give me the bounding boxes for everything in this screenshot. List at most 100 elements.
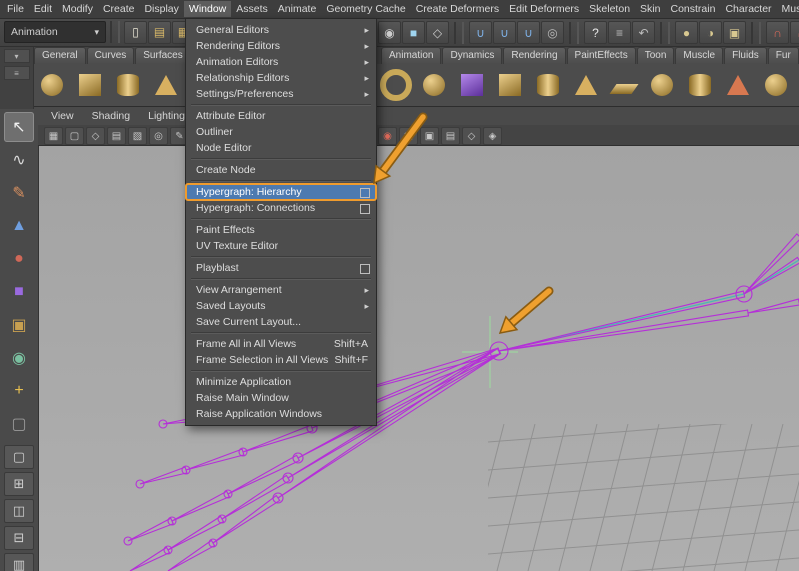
single-pane-layout-button[interactable]: ▢ <box>4 445 34 469</box>
menubar-item-create[interactable]: Create <box>98 1 140 17</box>
resolution-gate-icon[interactable]: ▣ <box>420 127 439 145</box>
shelf-tab-animation[interactable]: Animation <box>381 47 442 64</box>
shelf-tab-curves[interactable]: Curves <box>86 47 135 64</box>
render-settings-icon[interactable]: ▣ <box>723 21 746 44</box>
menu-item-settings-preferences[interactable]: Settings/Preferences ▸ <box>186 86 376 102</box>
shelf-tab-fluids[interactable]: Fluids <box>724 47 767 64</box>
menu-item-frame-all-in-all-views[interactable]: Frame All in All Views Shift+A <box>186 336 376 352</box>
shelf-tab-muscle[interactable]: Muscle <box>675 47 724 64</box>
shelf-sphere-2[interactable] <box>416 67 452 103</box>
option-box[interactable] <box>360 188 370 198</box>
new-scene-icon[interactable]: ▯ <box>124 20 147 44</box>
two-d-pan-zoom-icon[interactable]: ◎ <box>149 127 168 145</box>
ipr-render-icon[interactable]: ◑ <box>699 21 722 44</box>
menubar-item-edit[interactable]: Edit <box>29 1 57 17</box>
camera-attributes-icon[interactable]: ◇ <box>86 127 105 145</box>
menubar-item-modify[interactable]: Modify <box>57 1 98 17</box>
split-pane-layout-button[interactable]: ⊟ <box>4 526 34 550</box>
shelf-plane-2[interactable] <box>606 67 642 103</box>
shelf-cone-2[interactable] <box>568 67 604 103</box>
show-manipulator-tool[interactable]: + <box>4 376 34 406</box>
menu-item-attribute-editor[interactable]: Attribute Editor <box>186 108 376 124</box>
outliner-split-layout-button[interactable]: ▥ <box>4 553 34 571</box>
shelf-polygon-cylinder[interactable] <box>110 67 146 103</box>
shelf-subdiv-cube[interactable] <box>454 67 490 103</box>
safe-action-icon[interactable]: ◇ <box>462 127 481 145</box>
menu-item-raise-application-windows[interactable]: Raise Application Windows <box>186 406 376 422</box>
menubar-item-create-deformers[interactable]: Create Deformers <box>411 1 504 17</box>
menubar-item-edit-deformers[interactable]: Edit Deformers <box>504 1 584 17</box>
last-tool[interactable]: ▢ <box>4 409 34 439</box>
safe-title-icon[interactable]: ◈ <box>483 127 502 145</box>
snap-magnet-red-icon[interactable]: ∩ <box>766 21 789 44</box>
menubar-item-animate[interactable]: Animate <box>273 1 322 17</box>
shelf-tab-rendering[interactable]: Rendering <box>503 47 566 64</box>
soft-modification-tool[interactable]: ◉ <box>4 343 34 373</box>
menubar-item-file[interactable]: File <box>2 1 29 17</box>
shelf-tab-general[interactable]: General <box>34 47 86 64</box>
shelf-polygon-cube[interactable] <box>72 67 108 103</box>
menu-item-create-node[interactable]: Create Node <box>186 162 376 178</box>
paint-selection-tool[interactable]: ✎ <box>4 178 34 208</box>
menu-item-uv-texture-editor[interactable]: UV Texture Editor <box>186 238 376 254</box>
menubar-item-display[interactable]: Display <box>139 1 183 17</box>
input-connections-icon[interactable]: ≡ <box>608 21 631 44</box>
camera-lock-icon[interactable]: ▢ <box>65 127 84 145</box>
shelf-tab-toon[interactable]: Toon <box>636 47 675 64</box>
highlight-selection-icon[interactable]: ∩ <box>790 21 799 44</box>
panel-menu-view[interactable]: View <box>42 108 83 124</box>
shelf-tab-painteffects[interactable]: PaintEffects <box>566 47 636 64</box>
bookmark-icon[interactable]: ▤ <box>107 127 126 145</box>
menubar-item-muscle[interactable]: Muscle <box>777 1 799 17</box>
menu-item-minimize-application[interactable]: Minimize Application <box>186 374 376 390</box>
option-box[interactable] <box>360 264 370 274</box>
make-live-icon[interactable]: ◎ <box>541 21 564 44</box>
shelf-polygon-sphere[interactable] <box>34 67 70 103</box>
menu-item-playblast[interactable]: Playblast <box>186 260 376 276</box>
menu-item-hypergraph-connections[interactable]: Hypergraph: Connections <box>186 200 376 216</box>
menu-item-save-current-layout[interactable]: Save Current Layout... <box>186 314 376 330</box>
menu-item-saved-layouts[interactable]: Saved Layouts ▸ <box>186 298 376 314</box>
shelf-polygon-torus[interactable] <box>378 67 414 103</box>
menu-item-frame-selection-in-all-views[interactable]: Frame Selection in All Views Shift+F <box>186 352 376 368</box>
panel-menu-shading[interactable]: Shading <box>83 108 140 124</box>
menubar-item-skin[interactable]: Skin <box>635 1 665 17</box>
shelf-tab-surfaces[interactable]: Surfaces <box>135 47 191 64</box>
menubar-item-assets[interactable]: Assets <box>231 1 273 17</box>
lasso-select-tool[interactable]: ∿ <box>4 145 34 175</box>
select-tool[interactable]: ↖ <box>4 112 34 142</box>
camera-select-icon[interactable]: ▦ <box>44 127 63 145</box>
menubar-item-geometry-cache[interactable]: Geometry Cache <box>321 1 410 17</box>
shelf-tab-fur[interactable]: Fur <box>767 47 799 64</box>
four-pane-layout-button[interactable]: ⊞ <box>4 472 34 496</box>
menubar-item-constrain[interactable]: Constrain <box>665 1 720 17</box>
menubar-item-skeleton[interactable]: Skeleton <box>584 1 635 17</box>
menu-item-animation-editors[interactable]: Animation Editors ▸ <box>186 54 376 70</box>
open-scene-icon[interactable]: ▤ <box>148 20 171 44</box>
two-pane-layout-button[interactable]: ◫ <box>4 499 34 523</box>
scale-tool[interactable]: ■ <box>4 277 34 307</box>
option-box[interactable] <box>360 204 370 214</box>
shelf-tab-cycle-button[interactable]: ▾ <box>3 49 30 63</box>
menu-set-selector[interactable]: Animation ▾ <box>4 21 106 43</box>
shelf-cube-2[interactable] <box>492 67 528 103</box>
shelf-cylinder-3[interactable] <box>682 67 718 103</box>
shelf-cone-red[interactable] <box>720 67 756 103</box>
viewport-perspective[interactable] <box>38 145 799 571</box>
shelf-sphere-4[interactable] <box>758 67 794 103</box>
snap-to-points-icon[interactable]: ∪ <box>517 21 540 44</box>
select-by-hierarchy-icon[interactable]: ◉ <box>378 21 401 44</box>
image-plane-icon[interactable]: ▧ <box>128 127 147 145</box>
rotate-tool[interactable]: ● <box>4 244 34 274</box>
select-by-object-icon[interactable]: ■ <box>402 21 425 44</box>
help-icon[interactable]: ? <box>584 21 607 44</box>
menu-item-relationship-editors[interactable]: Relationship Editors ▸ <box>186 70 376 86</box>
menu-item-general-editors[interactable]: General Editors ▸ <box>186 22 376 38</box>
menu-item-outliner[interactable]: Outliner <box>186 124 376 140</box>
snap-to-grids-icon[interactable]: ∪ <box>469 21 492 44</box>
shelf-cylinder-2[interactable] <box>530 67 566 103</box>
menu-item-rendering-editors[interactable]: Rendering Editors ▸ <box>186 38 376 54</box>
construction-history-icon[interactable]: ↶ <box>632 21 655 44</box>
shelf-polygon-cone[interactable] <box>148 67 184 103</box>
menubar-item-character[interactable]: Character <box>720 1 776 17</box>
